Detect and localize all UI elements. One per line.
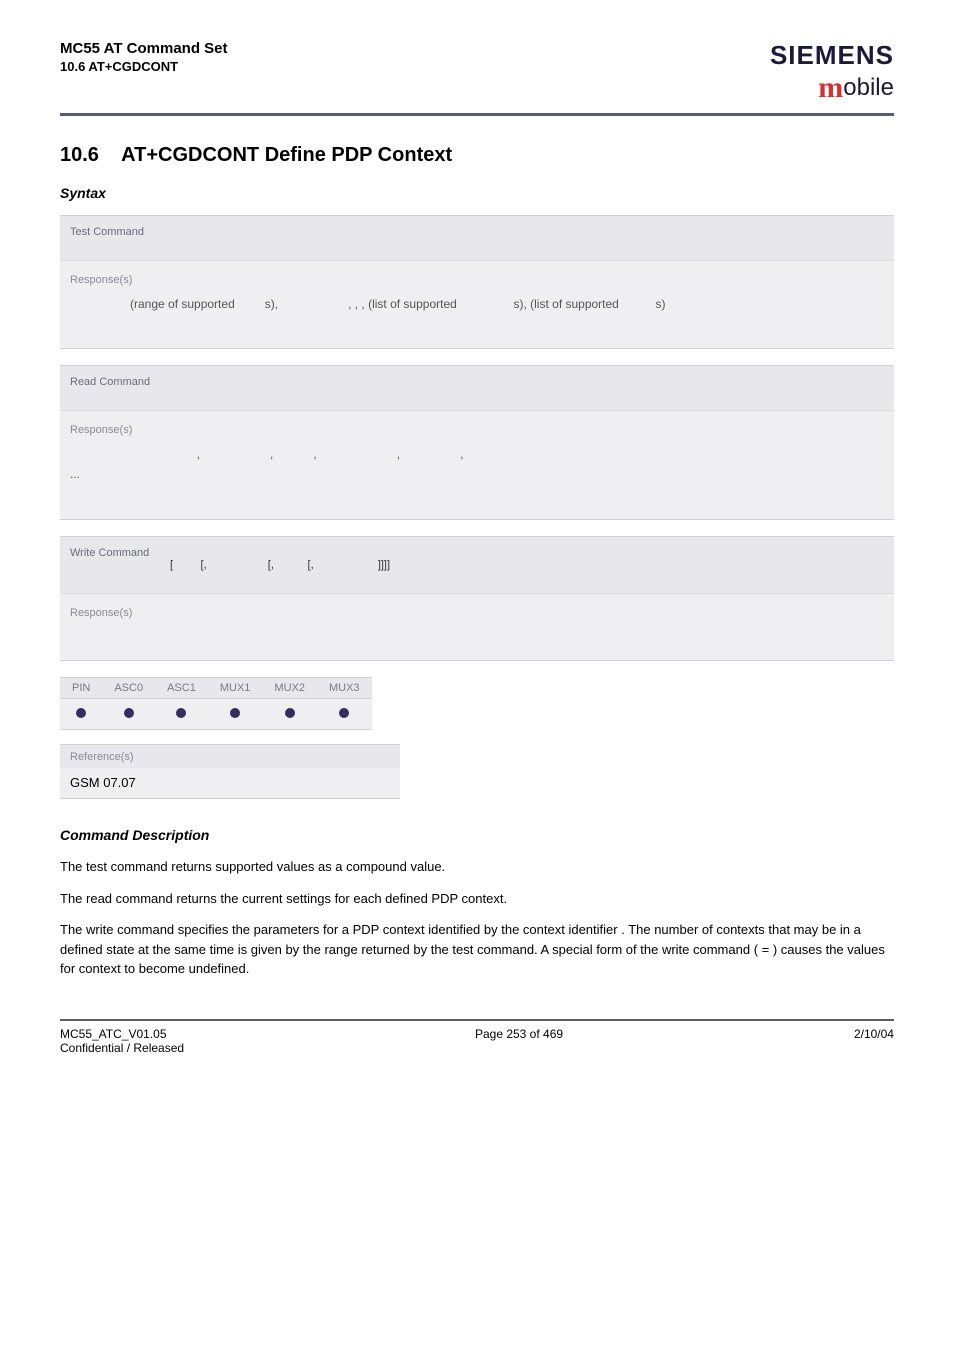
- write-response-label: Response(s): [70, 604, 884, 623]
- support-table: PIN ASC0 ASC1 MUX1 MUX2 MUX3: [60, 677, 372, 730]
- cell-pin: [60, 699, 102, 730]
- col-asc1: ASC1: [155, 678, 208, 699]
- col-mux1: MUX1: [208, 678, 263, 699]
- doc-subtitle: 10.6 AT+CGDCONT: [60, 59, 228, 74]
- cell-mux2: [262, 699, 317, 730]
- test-command-head: Test Command: [60, 216, 894, 261]
- section-number: 10.6: [60, 144, 99, 166]
- write-command-panel: Write Command [ [, [, [, ]]]] Response(s…: [60, 536, 894, 662]
- read-command-head: Read Command: [60, 366, 894, 411]
- col-mux3: MUX3: [317, 678, 372, 699]
- cell-mux1: [208, 699, 263, 730]
- section-title: 10.6 AT+CGDCONT Define PDP Context: [60, 144, 894, 167]
- page-container: MC55 AT Command Set 10.6 AT+CGDCONT SIEM…: [0, 0, 954, 1075]
- read-response-line1: , , , , ,: [70, 444, 884, 464]
- write-command-head: Write Command [ [, [, [, ]]]]: [60, 537, 894, 594]
- read-response-line2: ...: [70, 464, 884, 484]
- doc-title: MC55 AT Command Set: [60, 40, 228, 57]
- brand-mobile-rest: obile: [843, 74, 894, 101]
- cell-asc0: [102, 699, 155, 730]
- test-response-text: (range of supported s), , , , (list of s…: [70, 294, 884, 314]
- command-description-label: Command Description: [60, 827, 894, 843]
- footer-right: 2/10/04: [854, 1027, 894, 1055]
- write-command-body: Response(s): [60, 594, 894, 661]
- write-command-label: Write Command: [70, 547, 149, 559]
- brand-mobile: mobile: [770, 71, 894, 105]
- body-text: The test command returns supported value…: [60, 857, 894, 979]
- col-mux2: MUX2: [262, 678, 317, 699]
- syntax-label: Syntax: [60, 185, 894, 201]
- dot-icon: [285, 708, 295, 718]
- support-table-data-row: [60, 699, 372, 730]
- footer-version: MC55_ATC_V01.05: [60, 1027, 167, 1041]
- dot-icon: [76, 708, 86, 718]
- reference-panel: Reference(s) GSM 07.07: [60, 744, 400, 799]
- page-header: MC55 AT Command Set 10.6 AT+CGDCONT SIEM…: [60, 40, 894, 105]
- test-command-panel: Test Command Response(s) (range of suppo…: [60, 215, 894, 349]
- header-divider: [60, 113, 894, 116]
- paragraph-1: The test command returns supported value…: [60, 857, 894, 877]
- test-command-body: Response(s) (range of supported s), , , …: [60, 261, 894, 348]
- dot-icon: [176, 708, 186, 718]
- dot-icon: [339, 708, 349, 718]
- brand-mobile-m: m: [818, 71, 843, 105]
- section-heading: AT+CGDCONT Define PDP Context: [121, 144, 452, 166]
- footer-confidential: Confidential / Released: [60, 1041, 184, 1055]
- header-right: SIEMENS mobile: [770, 40, 894, 105]
- read-command-panel: Read Command Response(s) , , , , , ...: [60, 365, 894, 519]
- cell-mux3: [317, 699, 372, 730]
- reference-head: Reference(s): [60, 744, 400, 769]
- dot-icon: [230, 708, 240, 718]
- col-asc0: ASC0: [102, 678, 155, 699]
- reference-body: GSM 07.07: [60, 769, 400, 799]
- paragraph-3: The write command specifies the paramete…: [60, 920, 894, 979]
- header-left: MC55 AT Command Set 10.6 AT+CGDCONT: [60, 40, 228, 74]
- cell-asc1: [155, 699, 208, 730]
- test-response-label: Response(s): [70, 271, 884, 290]
- dot-icon: [124, 708, 134, 718]
- col-pin: PIN: [60, 678, 102, 699]
- read-response-label: Response(s): [70, 421, 884, 440]
- support-table-header-row: PIN ASC0 ASC1 MUX1 MUX2 MUX3: [60, 678, 372, 699]
- brand-siemens: SIEMENS: [770, 40, 894, 71]
- page-footer: MC55_ATC_V01.05 Confidential / Released …: [60, 1019, 894, 1055]
- footer-left: MC55_ATC_V01.05 Confidential / Released: [60, 1027, 184, 1055]
- footer-center: Page 253 of 469: [475, 1027, 563, 1055]
- read-command-body: Response(s) , , , , , ...: [60, 411, 894, 518]
- write-command-syntax: [ [, [, [, ]]]]: [70, 559, 390, 571]
- paragraph-2: The read command returns the current set…: [60, 889, 894, 909]
